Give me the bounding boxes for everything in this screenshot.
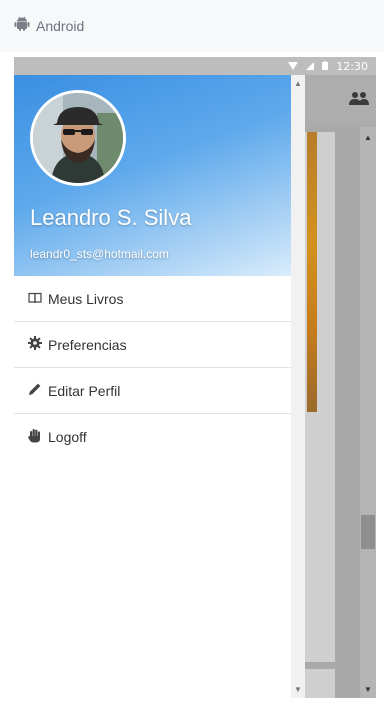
hand-icon: [28, 428, 42, 446]
menu-item-meus-livros[interactable]: Meus Livros: [14, 276, 291, 322]
app-bar: [305, 75, 376, 127]
people-icon[interactable]: [348, 91, 370, 110]
gear-icon: [28, 336, 42, 353]
menu-item-label: Logoff: [48, 429, 87, 445]
user-name: Leandro S. Silva: [30, 205, 192, 230]
platform-label: Android: [36, 18, 85, 34]
menu-item-label: Preferencias: [48, 336, 127, 353]
battery-icon: [322, 60, 329, 73]
drawer-scrollbar[interactable]: ▲ ▼: [291, 75, 305, 698]
frame-header: Android: [0, 0, 384, 52]
menu-item-label: Meus Livros: [48, 290, 124, 307]
menu-item-label: Editar Perfil: [48, 382, 121, 399]
background-image: [307, 132, 317, 412]
scrollbar-thumb[interactable]: [361, 515, 375, 549]
scroll-up-icon[interactable]: ▲: [364, 133, 372, 142]
menu-item-preferencias[interactable]: Preferencias: [14, 322, 291, 368]
user-email: leandr0_sts@hotmail.com: [30, 247, 169, 261]
menu-item-logoff[interactable]: Logoff: [14, 414, 291, 460]
wifi-icon: [288, 60, 299, 73]
drawer-menu: Meus Livros Preferencias Editar Perfil L…: [14, 276, 291, 460]
pencil-icon: [28, 382, 42, 399]
background-card: [305, 132, 335, 662]
scroll-down-icon[interactable]: ▼: [364, 685, 372, 694]
scroll-up-icon[interactable]: ▲: [294, 79, 302, 88]
signal-icon: [306, 60, 315, 73]
navigation-drawer: Leandro S. Silva leandr0_sts@hotmail.com…: [14, 75, 291, 698]
avatar[interactable]: [30, 90, 126, 186]
content-scrollbar[interactable]: ▲ ▼: [360, 127, 376, 698]
device-screen: 12:30 ▲ ▼ Leandro S. Silva leandr0_sts@h…: [14, 57, 376, 698]
status-bar: 12:30: [14, 57, 376, 75]
android-icon: [14, 16, 30, 37]
drawer-header: Leandro S. Silva leandr0_sts@hotmail.com: [14, 75, 291, 276]
status-time: 12:30: [336, 59, 368, 73]
menu-item-editar-perfil[interactable]: Editar Perfil: [14, 368, 291, 414]
background-card: [305, 669, 335, 698]
scroll-down-icon[interactable]: ▼: [294, 685, 302, 694]
book-icon: [28, 291, 42, 307]
